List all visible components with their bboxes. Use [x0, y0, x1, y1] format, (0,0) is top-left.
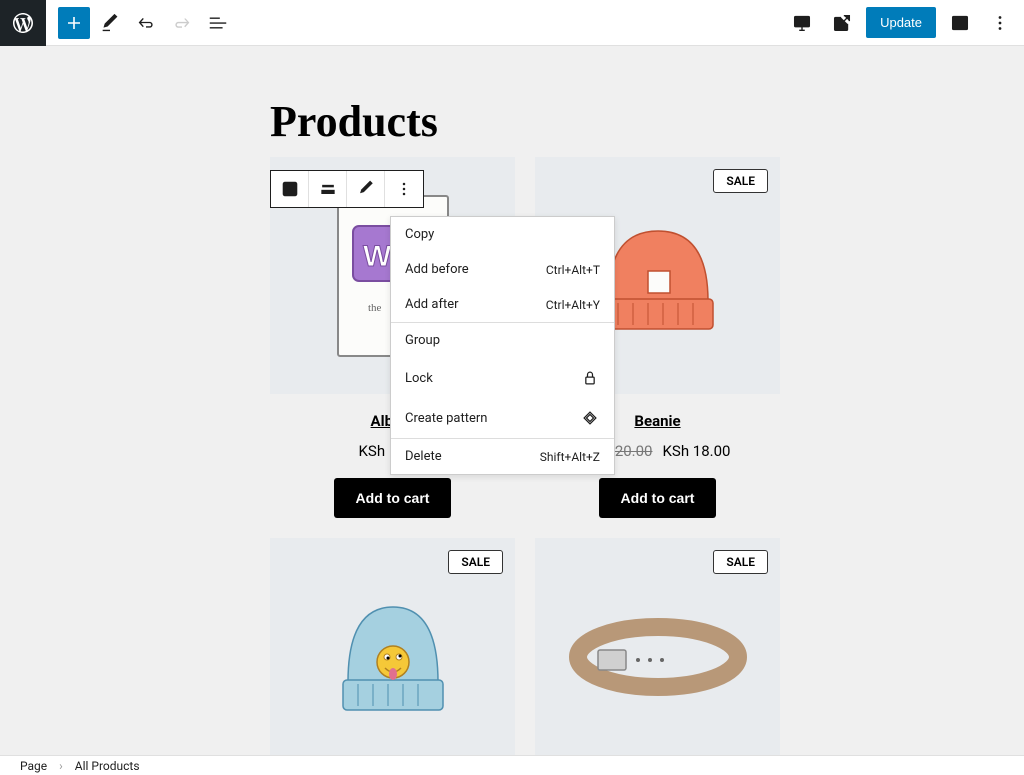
- block-edit-button[interactable]: [347, 171, 385, 207]
- menu-label: Copy: [405, 227, 434, 242]
- redo-icon: [171, 12, 193, 34]
- document-overview-button[interactable]: [202, 7, 234, 39]
- sale-badge: SALE: [713, 169, 768, 193]
- svg-text:W: W: [363, 240, 392, 273]
- lock-icon: [580, 368, 600, 388]
- product-image: SALE: [535, 538, 780, 755]
- menu-shortcut: Ctrl+Alt+Y: [546, 298, 600, 312]
- sidebar-icon: [949, 12, 971, 34]
- undo-button[interactable]: [130, 7, 162, 39]
- breadcrumb-current[interactable]: All Products: [75, 759, 140, 773]
- update-button[interactable]: Update: [866, 7, 936, 38]
- toolbar-left: [8, 0, 234, 46]
- chevron-right-icon: ›: [59, 759, 63, 773]
- top-toolbar: Update: [0, 0, 1024, 46]
- menu-item-delete[interactable]: Delete Shift+Alt+Z: [391, 439, 614, 474]
- toolbar-right: Update: [786, 7, 1016, 39]
- breadcrumb: Page › All Products: [0, 755, 1024, 775]
- menu-item-lock[interactable]: Lock: [391, 358, 614, 398]
- block-options-button[interactable]: [385, 171, 423, 207]
- add-to-cart-button[interactable]: Add to cart: [334, 478, 452, 518]
- sale-badge: SALE: [713, 550, 768, 574]
- add-block-button[interactable]: [58, 7, 90, 39]
- menu-item-group[interactable]: Group: [391, 323, 614, 358]
- editor-canvas: Products Copy Add before Ctrl+Alt+T Add …: [0, 46, 1024, 755]
- menu-shortcut: Shift+Alt+Z: [540, 450, 600, 464]
- price-current: KSh 18.00: [663, 442, 731, 460]
- breadcrumb-root[interactable]: Page: [20, 759, 47, 773]
- menu-item-add-before[interactable]: Add before Ctrl+Alt+T: [391, 252, 614, 287]
- menu-label: Add before: [405, 262, 469, 277]
- product-name[interactable]: Beanie: [634, 412, 680, 430]
- options-button[interactable]: [984, 7, 1016, 39]
- list-view-icon: [207, 12, 229, 34]
- desktop-icon: [791, 12, 813, 34]
- page-title[interactable]: Products: [270, 96, 1024, 147]
- wordpress-icon: [11, 11, 35, 35]
- menu-item-add-after[interactable]: Add after Ctrl+Alt+Y: [391, 287, 614, 322]
- beanie-blue-illustration: [333, 592, 453, 722]
- more-vertical-icon: [989, 12, 1011, 34]
- product-card[interactable]: SALE: [535, 538, 780, 755]
- add-to-cart-button[interactable]: Add to cart: [599, 478, 717, 518]
- view-page-button[interactable]: [826, 7, 858, 39]
- settings-panel-button[interactable]: [944, 7, 976, 39]
- pencil-icon: [356, 179, 376, 199]
- block-align-button[interactable]: [309, 171, 347, 207]
- wordpress-logo-button[interactable]: [0, 0, 46, 46]
- menu-label: Group: [405, 333, 440, 348]
- belt-illustration: [568, 612, 748, 702]
- menu-label: Delete: [405, 449, 442, 464]
- products-grid: W the Album KSh 15.00 Add to cart SALE: [270, 157, 1024, 755]
- undo-icon: [135, 12, 157, 34]
- redo-button[interactable]: [166, 7, 198, 39]
- svg-text:the: the: [368, 302, 382, 314]
- menu-item-copy[interactable]: Copy: [391, 217, 614, 252]
- preview-button[interactable]: [786, 7, 818, 39]
- menu-label: Lock: [405, 371, 433, 386]
- more-vertical-icon: [394, 179, 414, 199]
- product-card[interactable]: SALE: [270, 538, 515, 755]
- block-toolbar: [270, 170, 424, 208]
- block-options-menu: Copy Add before Ctrl+Alt+T Add after Ctr…: [390, 216, 615, 475]
- pattern-icon: [580, 408, 600, 428]
- menu-shortcut: Ctrl+Alt+T: [546, 263, 600, 277]
- external-icon: [831, 12, 853, 34]
- align-icon: [318, 179, 338, 199]
- product-image: SALE: [270, 538, 515, 755]
- menu-label: Create pattern: [405, 411, 487, 426]
- tools-edit-button[interactable]: [94, 7, 126, 39]
- menu-item-create-pattern[interactable]: Create pattern: [391, 398, 614, 438]
- grid-icon: [280, 179, 300, 199]
- pencil-icon: [99, 12, 121, 34]
- plus-icon: [62, 11, 86, 35]
- menu-label: Add after: [405, 297, 459, 312]
- sale-badge: SALE: [448, 550, 503, 574]
- block-type-button[interactable]: [271, 171, 309, 207]
